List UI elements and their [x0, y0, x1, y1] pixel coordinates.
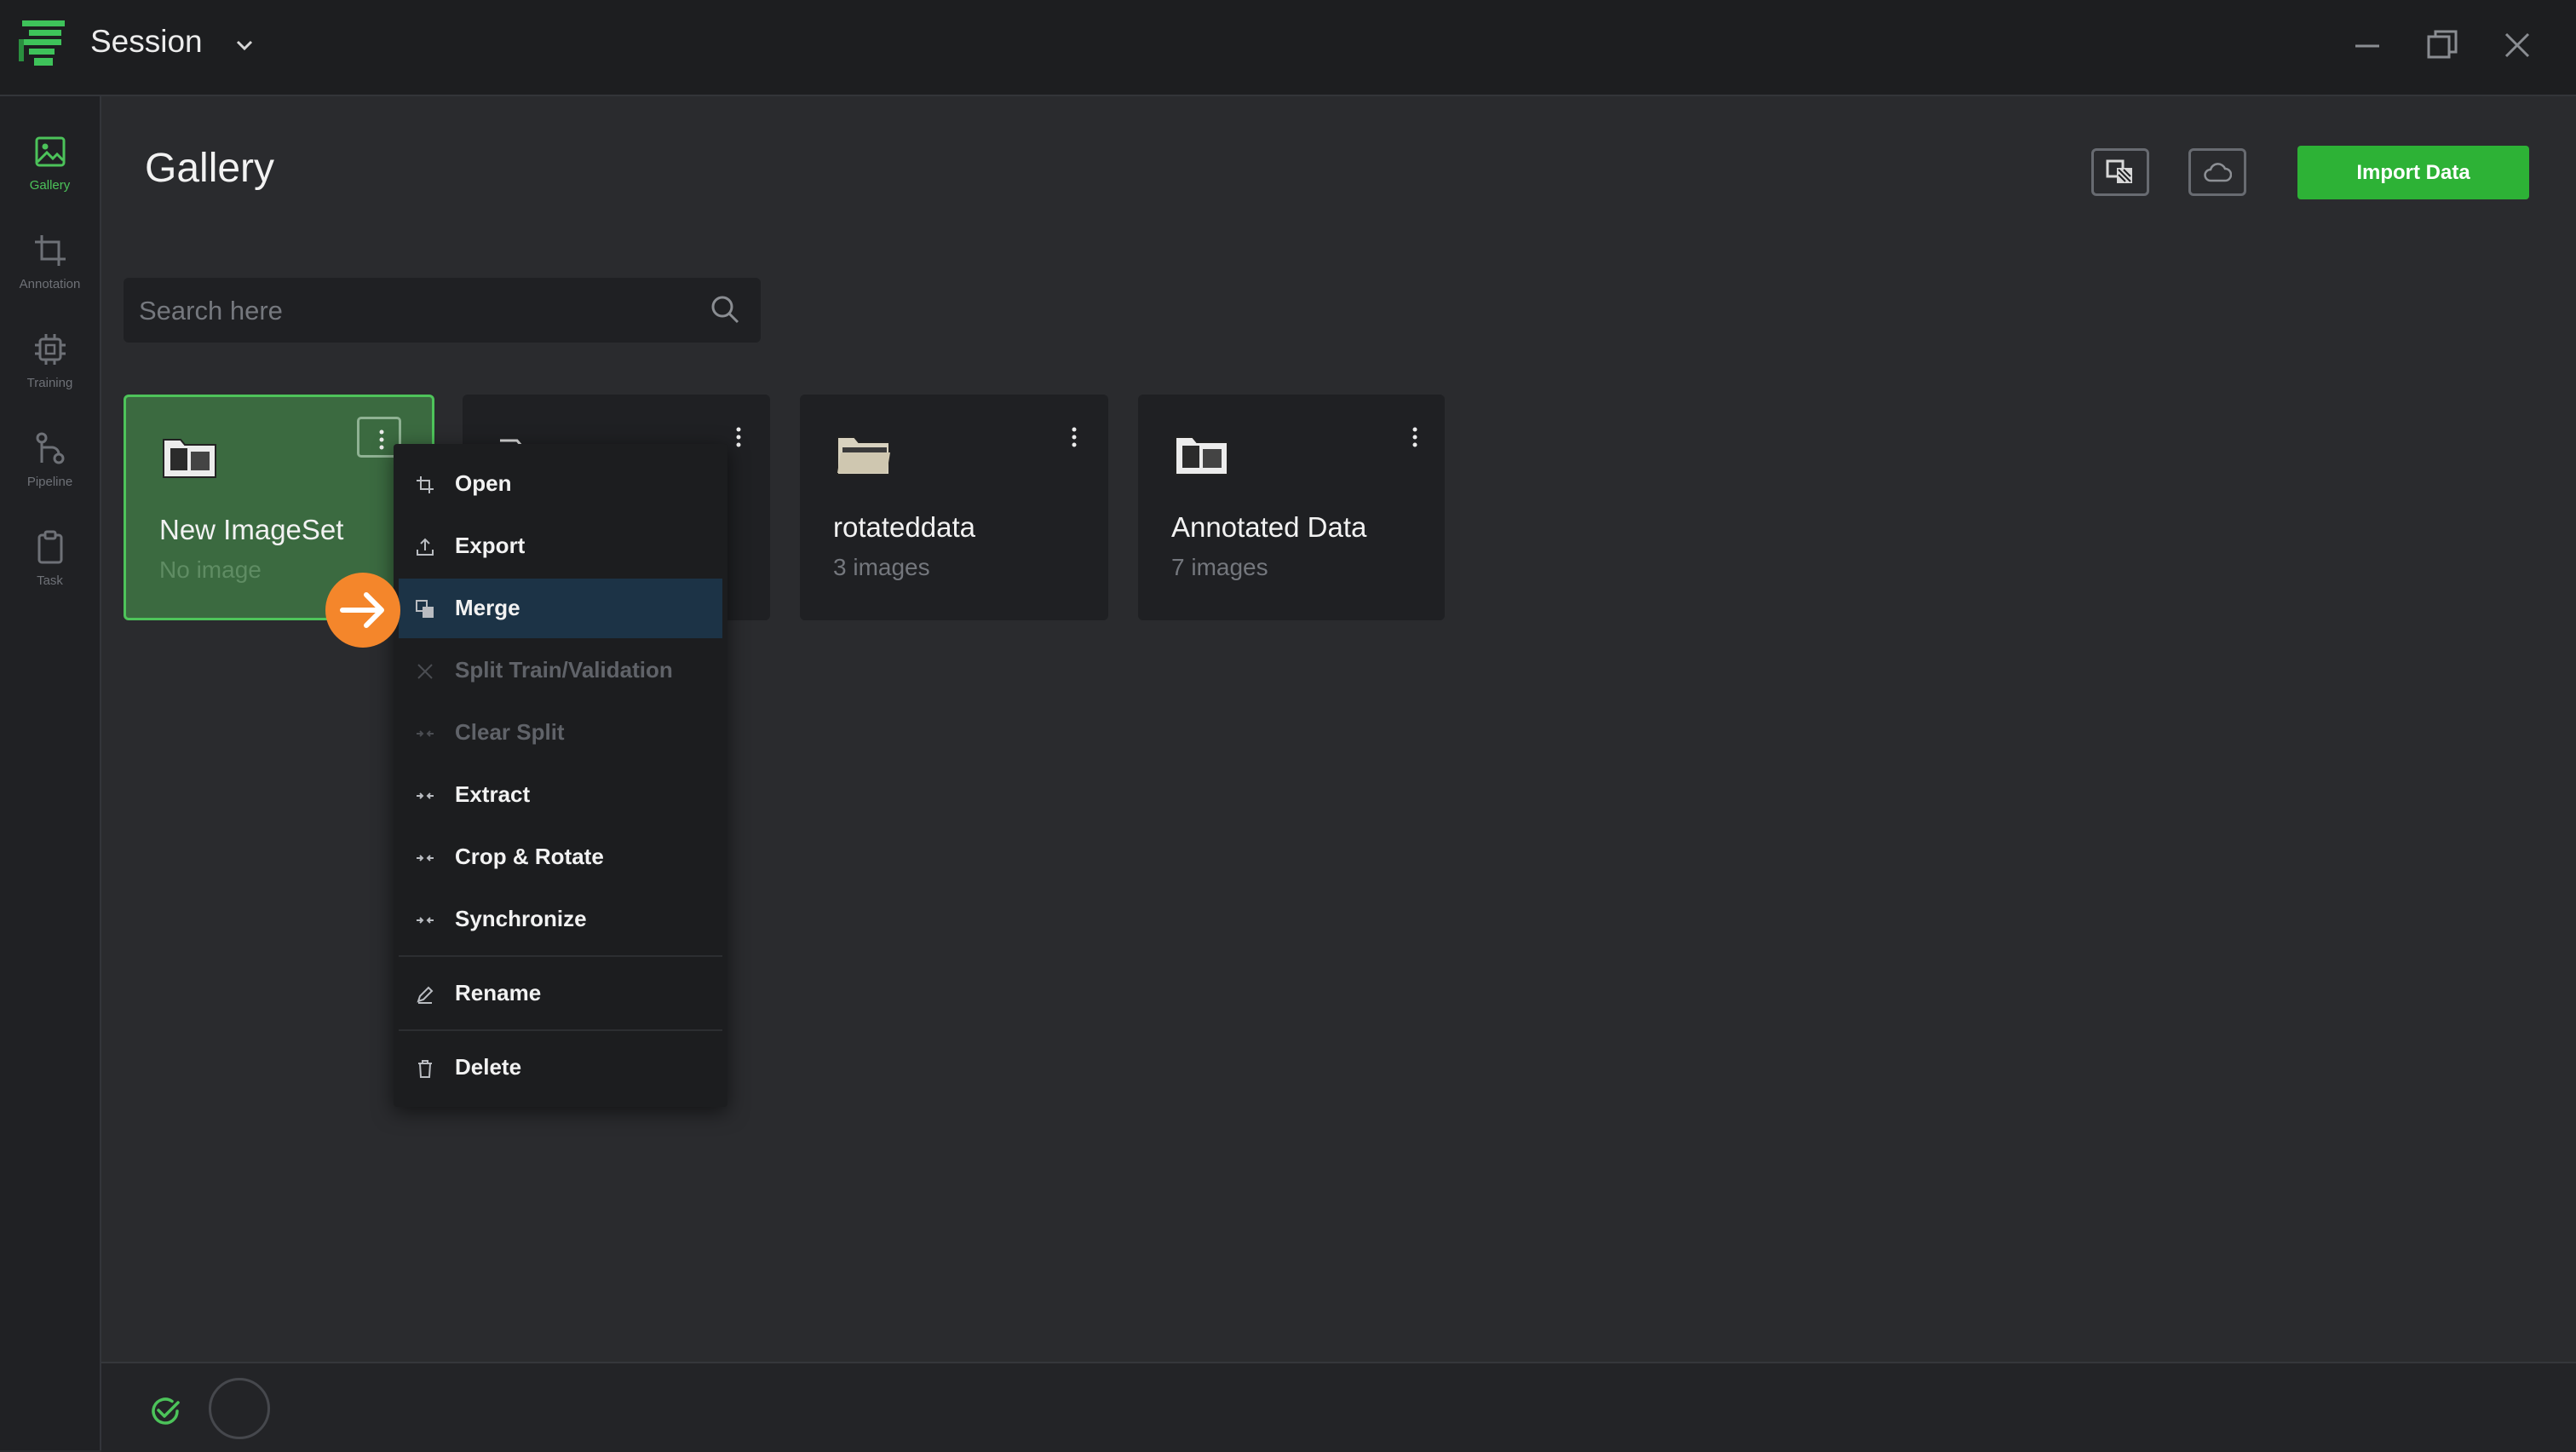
menu-item-split[interactable]: Split Train/Validation [399, 641, 722, 700]
card-count: 7 images [1171, 554, 1268, 580]
more-vertical-icon [736, 427, 741, 447]
sidebar-item-label: Annotation [19, 277, 81, 291]
sidebar-item-label: Gallery [29, 178, 71, 193]
import-data-button[interactable]: Import Data [2297, 146, 2529, 199]
menu-item-label: Synchronize [455, 906, 587, 931]
sidebar-item-training[interactable]: Training [0, 321, 100, 406]
pointer-arrow [325, 573, 400, 648]
sidebar-item-label: Task [37, 573, 63, 588]
menu-item-label: Crop & Rotate [455, 844, 604, 869]
menu-item-label: Delete [455, 1054, 522, 1080]
trash-icon [418, 1060, 432, 1078]
check-circle-icon [152, 1397, 180, 1425]
menu-item-label: Export [455, 533, 526, 558]
merge-icon [416, 600, 434, 618]
menu-item-label: Merge [455, 595, 520, 620]
more-vertical-icon [379, 429, 384, 450]
title-bar: Session [0, 0, 2576, 96]
card-name: Annotated Data [1171, 511, 1367, 543]
restore-icon[interactable] [2423, 26, 2462, 65]
context-menu: Open Export Merge Split Train/Validation… [394, 444, 727, 1107]
sidebar-item-label: Pipeline [26, 475, 73, 489]
card-name: rotateddata [833, 511, 975, 543]
progress-ring [209, 1378, 270, 1439]
menu-item-export[interactable]: Export [399, 516, 722, 576]
merge-button[interactable] [2091, 148, 2149, 196]
arrows-in-icon [417, 855, 434, 861]
clipboard-icon [37, 530, 63, 564]
arrows-in-icon [417, 917, 434, 924]
cloud-button[interactable] [2188, 148, 2246, 196]
sidebar-item-task[interactable]: Task [0, 519, 100, 604]
sidebar-item-gallery[interactable]: Gallery [0, 124, 100, 209]
merge-icon [2106, 159, 2132, 183]
image-folder-icon [837, 436, 890, 475]
sidebar-item-annotation[interactable]: Annotation [0, 222, 100, 308]
arrows-in-icon [417, 792, 434, 799]
menu-divider [399, 1029, 722, 1031]
more-options-button[interactable] [1052, 417, 1096, 458]
menu-item-clear-split[interactable]: Clear Split [399, 703, 722, 763]
menu-item-label: Rename [455, 980, 542, 1005]
status-bar [101, 1362, 2576, 1452]
card-count: 3 images [833, 554, 930, 580]
menu-item-label: Split Train/Validation [455, 657, 673, 683]
menu-item-label: Extract [455, 781, 531, 807]
search-box [124, 278, 761, 344]
pipeline-icon [36, 432, 65, 464]
menu-item-delete[interactable]: Delete [399, 1038, 722, 1098]
image-folder-icon [1175, 436, 1228, 475]
pencil-icon [417, 986, 434, 1004]
minimize-icon[interactable] [2348, 26, 2387, 65]
arrow-right-icon [340, 592, 384, 628]
menu-item-rename[interactable]: Rename [399, 964, 722, 1023]
arrows-in-icon [417, 730, 434, 737]
imageset-card[interactable]: rotateddata 3 images [800, 395, 1108, 620]
card-name: New ImageSet [159, 514, 344, 545]
menu-item-crop-rotate[interactable]: Crop & Rotate [399, 827, 722, 887]
search-icon[interactable] [709, 293, 741, 326]
menu-item-synchronize[interactable]: Synchronize [399, 890, 722, 949]
page-title: Gallery [145, 146, 275, 191]
more-options-button[interactable] [1393, 417, 1437, 458]
more-vertical-icon [1412, 427, 1417, 447]
upload-icon [417, 538, 434, 556]
sidebar-item-label: Training [26, 376, 73, 390]
more-vertical-icon [1072, 427, 1077, 447]
menu-item-extract[interactable]: Extract [399, 765, 722, 825]
menu-item-label: Clear Split [455, 719, 565, 745]
sidebar-item-pipeline[interactable]: Pipeline [0, 420, 100, 505]
cloud-icon [2204, 163, 2232, 182]
app-logo-icon [19, 20, 65, 66]
sidebar: Gallery Annotation Training Pipeline Tas… [0, 96, 101, 1450]
chip-icon [35, 334, 66, 365]
close-icon[interactable] [2498, 26, 2537, 65]
imageset-card[interactable]: Annotated Data 7 images [1138, 395, 1445, 620]
search-input[interactable] [137, 278, 686, 344]
image-folder-icon [163, 439, 216, 478]
split-icon [417, 664, 433, 679]
image-icon [35, 136, 66, 167]
session-label[interactable]: Session [90, 24, 203, 60]
menu-divider [399, 955, 722, 957]
crop-icon [35, 235, 66, 266]
menu-item-merge[interactable]: Merge [399, 579, 722, 638]
card-count: No image [159, 556, 262, 583]
menu-item-open[interactable]: Open [399, 454, 722, 514]
crop-icon [417, 476, 434, 493]
chevron-down-icon[interactable] [232, 32, 257, 58]
menu-item-label: Open [455, 470, 512, 496]
